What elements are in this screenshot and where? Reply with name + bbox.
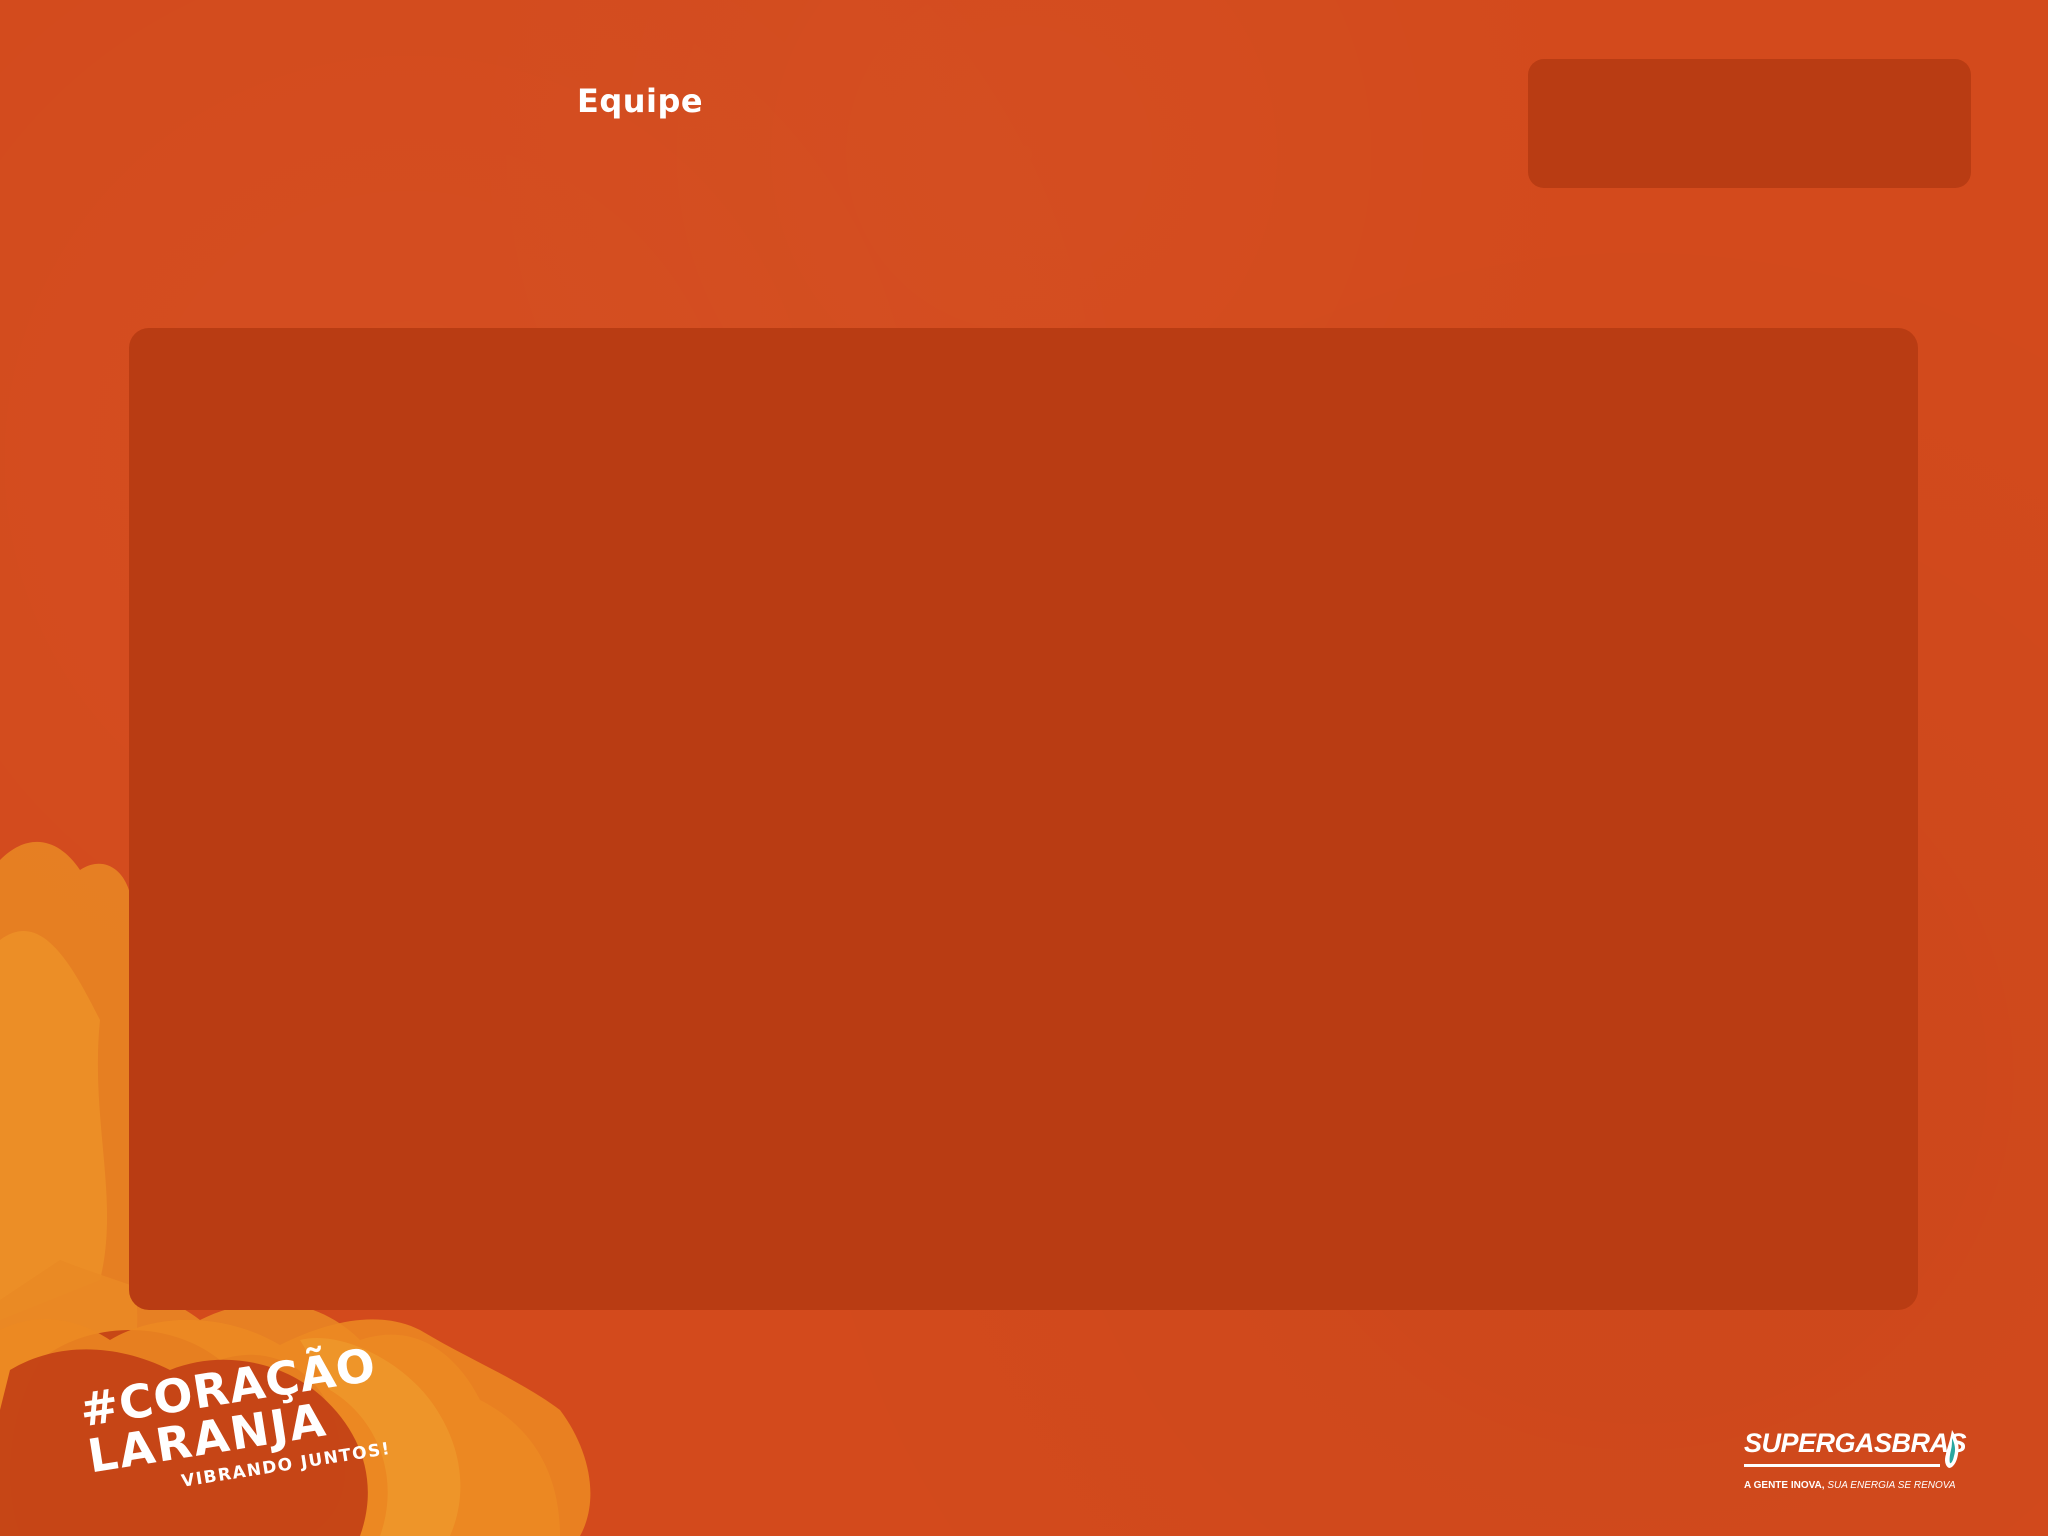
sponsor-tagline: A GENTE INOVA, SUA ENERGIA SE RENOVA [1744, 1480, 1956, 1491]
sponsor-underline [1744, 1464, 1940, 1467]
header-info-box [1528, 59, 1971, 188]
flame-icon [1945, 1430, 1959, 1468]
sponsor-tagline-bold: A GENTE INOVA, [1744, 1480, 1825, 1491]
main-content-panel [129, 328, 1918, 1310]
sponsor-name: SUPERGASBRAS [1744, 1428, 1967, 1458]
sponsor-tagline-italic: SUA ENERGIA SE RENOVA [1824, 1480, 1956, 1491]
supergasbras-logo: SUPERGASBRAS A GENTE INOVA, SUA ENERGIA … [1744, 1428, 1967, 1498]
coracao-laranja-logo: #CORAÇÃO LARANJA VIBRANDO JUNTOS! [70, 1337, 392, 1492]
page-title: Equipe [577, 82, 704, 120]
